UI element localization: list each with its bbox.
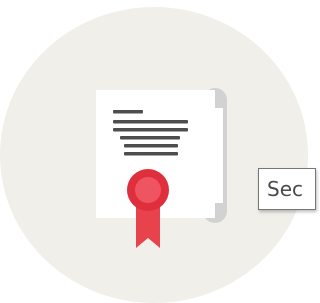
certificate-tile[interactable]: Sec [0, 0, 316, 303]
seal-inner [135, 177, 161, 203]
tooltip: Sec [258, 168, 316, 210]
certificate-icon [96, 88, 227, 248]
